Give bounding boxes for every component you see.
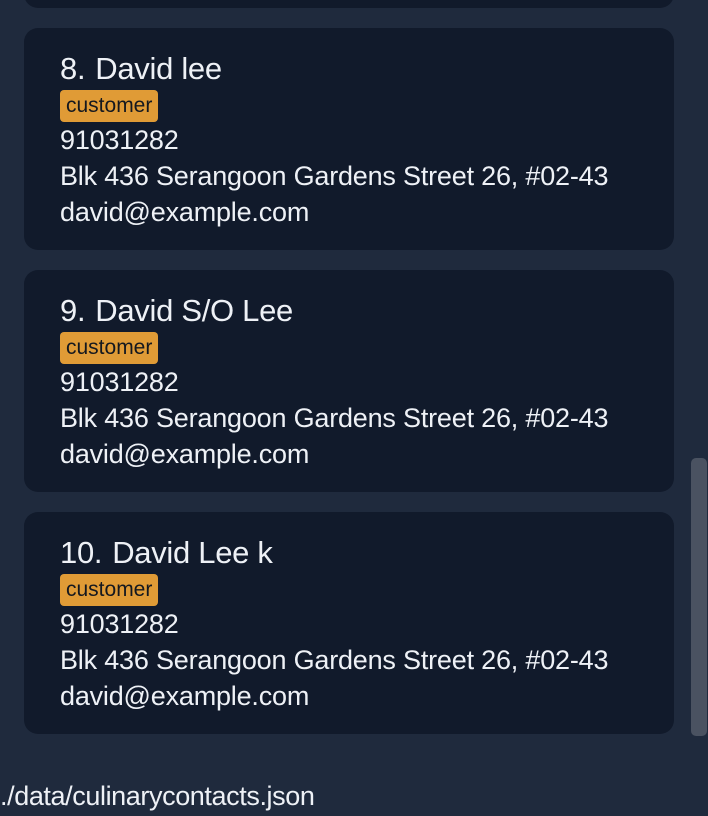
contact-phone: 91031282 [60,125,179,155]
contact-email: david@example.com [60,197,310,227]
status-bar-file-path: ./data/culinarycontacts.json [0,781,315,811]
contact-phone: 91031282 [60,609,179,639]
contact-card[interactable]: 8. David lee customer 91031282 Blk 436 Se… [24,28,674,250]
contact-card[interactable]: 9. David S/O Lee customer 91031282 Blk 43… [24,270,674,492]
contact-name: David lee [95,51,222,86]
contact-tag: customer [60,90,159,122]
contact-address: Blk 436 Serangoon Gardens Street 26, #02… [60,403,609,433]
contact-name-row: 9. David S/O Lee [60,292,638,330]
contact-index: 9. [60,293,86,328]
contact-address: Blk 436 Serangoon Gardens Street 26, #02… [60,161,609,191]
contact-phone: 91031282 [60,367,179,397]
contact-list[interactable]: 8. David lee customer 91031282 Blk 436 Se… [0,0,690,760]
contact-index: 8. [60,51,86,86]
contact-name-row: 10. David Lee k [60,534,638,572]
contact-card-partial[interactable] [24,0,674,8]
contact-name: David Lee k [112,535,273,570]
contact-index: 10. [60,535,103,570]
contact-email: david@example.com [60,439,310,469]
contact-tag: customer [60,574,159,606]
contact-card[interactable]: 10. David Lee k customer 91031282 Blk 436… [24,512,674,734]
contact-tag: customer [60,332,159,364]
contact-email: david@example.com [60,681,310,711]
scrollbar-thumb[interactable] [691,458,707,736]
contact-name-row: 8. David lee [60,50,638,88]
contact-address: Blk 436 Serangoon Gardens Street 26, #02… [60,645,609,675]
contact-name: David S/O Lee [95,293,293,328]
